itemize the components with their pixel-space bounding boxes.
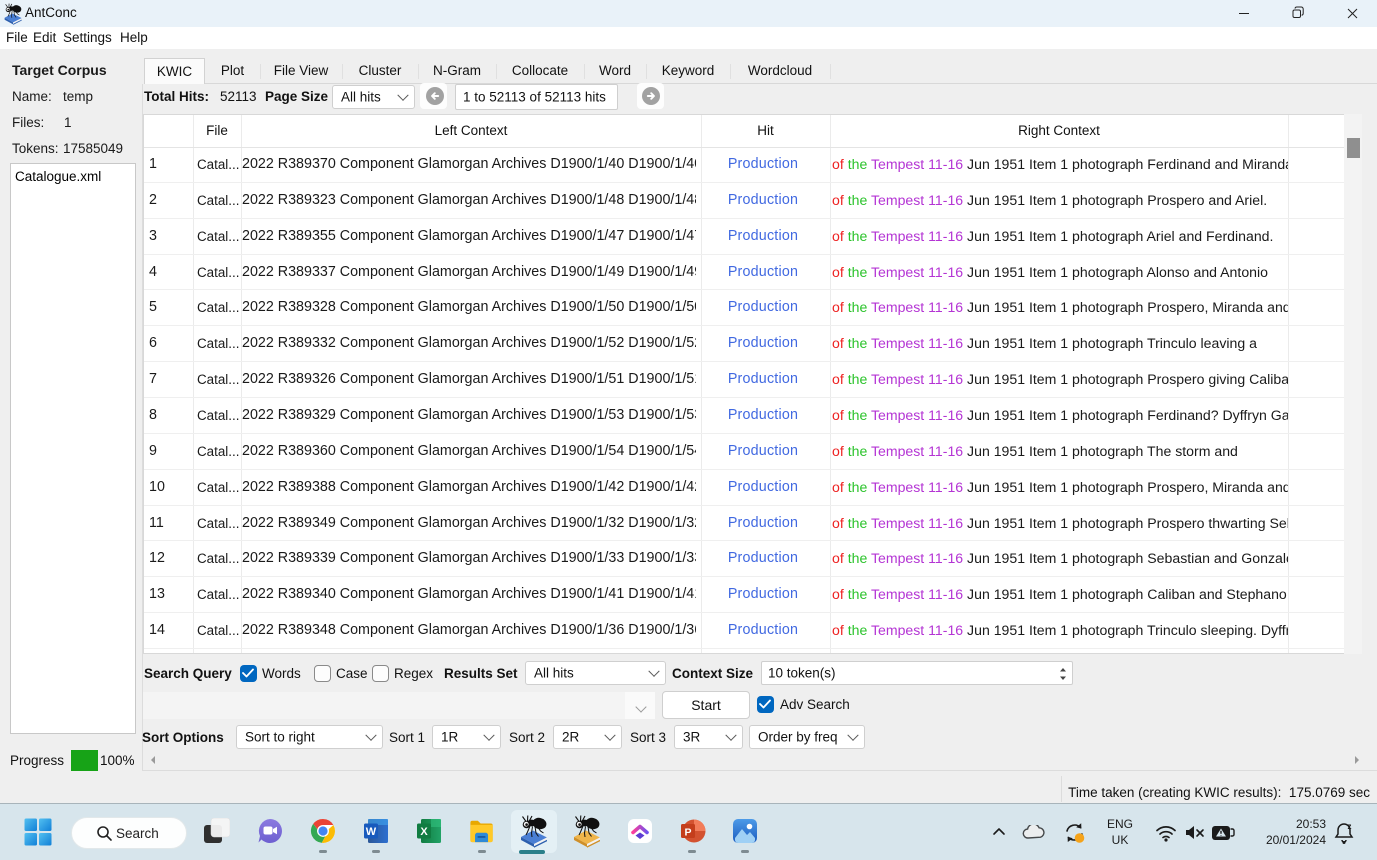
svg-text:X: X (420, 826, 428, 838)
svg-text:W: W (366, 826, 377, 838)
svg-text:z: z (1348, 822, 1352, 831)
svg-text:P: P (684, 827, 691, 839)
